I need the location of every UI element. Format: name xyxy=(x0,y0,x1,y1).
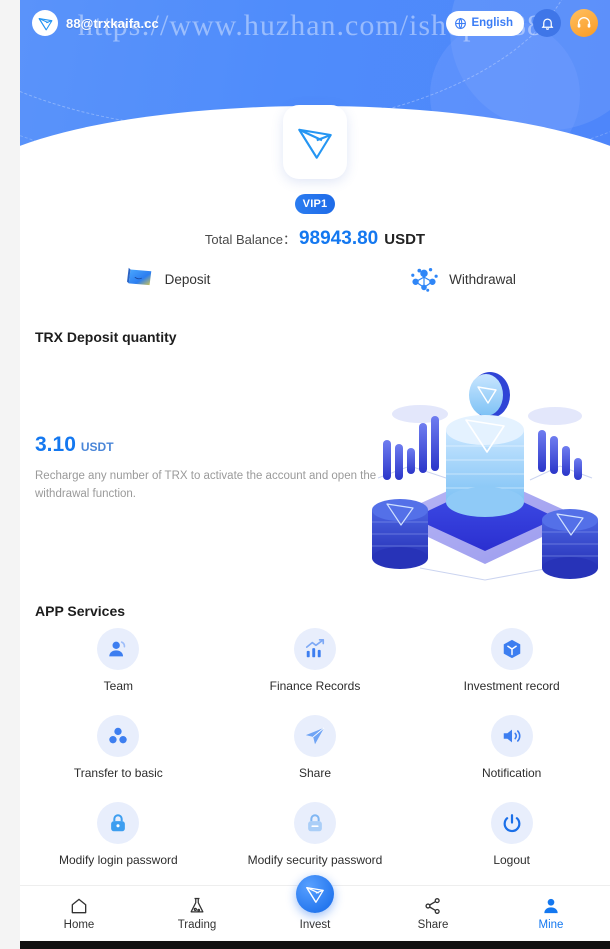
service-label: Modify login password xyxy=(58,853,178,867)
power-icon xyxy=(490,802,533,844)
tron-logo-icon xyxy=(306,886,324,903)
balance-value: 98943.80 xyxy=(298,228,379,249)
person-icon xyxy=(544,898,558,914)
app-screen: 88@trxkaifa.cc English https://www.huzha… xyxy=(0,0,610,949)
tron-logo-icon xyxy=(298,128,332,159)
service-item-transfer-to-basic[interactable]: Transfer to basic xyxy=(20,715,217,780)
share-send-icon xyxy=(293,715,336,757)
speaker-icon xyxy=(490,715,533,757)
lock-closed-icon xyxy=(97,802,140,844)
withdrawal-network-icon xyxy=(411,267,438,292)
service-item-team[interactable]: Team xyxy=(20,628,217,693)
service-label: Logout xyxy=(493,853,531,867)
invest-center-button[interactable] xyxy=(296,874,334,913)
service-label: Share xyxy=(298,766,331,780)
app-services-grid: Team Finance Records Investment record T… xyxy=(20,628,610,867)
nav-label: Invest xyxy=(299,918,331,931)
service-item-logout[interactable]: Logout xyxy=(413,802,610,867)
team-user-icon xyxy=(97,628,140,670)
transfer-nodes-icon xyxy=(97,715,140,757)
service-label: Transfer to basic xyxy=(73,766,163,780)
total-balance: Total Balance： 98943.80 USDT xyxy=(20,228,610,250)
service-label: Notification xyxy=(481,766,542,780)
bottom-navigation: Home Trading Invest Share Mine xyxy=(20,874,610,941)
user-account[interactable]: 88@trxkaifa.cc xyxy=(32,10,159,36)
header-actions: English xyxy=(446,9,598,37)
service-label: Modify security password xyxy=(247,853,383,867)
withdrawal-label: Withdrawal xyxy=(449,271,516,287)
balance-currency: USDT xyxy=(384,231,426,248)
avatar[interactable] xyxy=(283,105,347,179)
trx-section-title: TRX Deposit quantity xyxy=(35,329,177,345)
deposit-label: Deposit xyxy=(164,271,211,287)
trx-amount-unit: USDT xyxy=(80,440,114,454)
globe-icon xyxy=(455,17,467,29)
phone-viewport: 88@trxkaifa.cc English https://www.huzha… xyxy=(20,0,610,949)
service-item-finance-records[interactable]: Finance Records xyxy=(217,628,414,693)
trading-icon xyxy=(190,897,204,913)
finance-chart-icon xyxy=(293,628,336,670)
username-label: 88@trxkaifa.cc xyxy=(66,15,159,31)
language-selector[interactable]: English xyxy=(446,10,524,36)
service-item-modify-security-password[interactable]: Modify security password xyxy=(217,802,414,867)
service-item-modify-login-password[interactable]: Modify login password xyxy=(20,802,217,867)
trx-deposit-amount: 3.10 USDT xyxy=(35,433,114,457)
header-bar: 88@trxkaifa.cc English xyxy=(20,0,610,46)
service-item-notification[interactable]: Notification xyxy=(413,715,610,780)
nav-item-trading[interactable]: Trading xyxy=(138,896,256,931)
tron-logo-icon xyxy=(32,10,58,36)
nav-label: Home xyxy=(63,919,95,931)
services-section-title: APP Services xyxy=(35,603,126,619)
deposit-button[interactable]: Deposit xyxy=(20,265,315,293)
balance-label: Total Balance： xyxy=(204,232,296,247)
bell-icon xyxy=(541,18,553,30)
nav-item-invest[interactable]: Invest xyxy=(256,874,374,931)
lock-security-icon xyxy=(293,802,336,844)
withdrawal-button[interactable]: Withdrawal xyxy=(315,265,610,293)
nav-item-mine[interactable]: Mine xyxy=(492,896,610,931)
service-item-share[interactable]: Share xyxy=(217,715,414,780)
notification-bell-button[interactable] xyxy=(533,9,561,37)
service-label: Investment record xyxy=(463,679,560,693)
trx-description: Recharge any number of TRX to activate t… xyxy=(35,470,377,500)
customer-support-button[interactable] xyxy=(570,9,598,37)
nav-item-home[interactable]: Home xyxy=(20,896,138,931)
status-badge: VIP1 xyxy=(295,194,335,214)
crypto-isometric-illustration xyxy=(360,368,610,590)
share-nodes-icon xyxy=(425,898,440,915)
home-icon xyxy=(71,898,87,914)
account-actions: Deposit Withdrawal xyxy=(20,265,610,293)
service-label: Team xyxy=(103,679,133,693)
screen-bottom-strip xyxy=(20,941,610,949)
deposit-card-icon xyxy=(126,267,151,286)
cube-box-icon xyxy=(490,628,533,670)
language-label: English xyxy=(471,17,513,29)
service-item-investment-record[interactable]: Investment record xyxy=(413,628,610,693)
nav-label: Trading xyxy=(177,919,217,931)
nav-label: Share xyxy=(417,919,449,931)
trx-amount-value: 3.10 xyxy=(35,433,76,456)
service-label: Finance Records xyxy=(269,679,361,693)
nav-item-share[interactable]: Share xyxy=(374,896,492,931)
nav-label: Mine xyxy=(538,919,564,931)
headset-icon xyxy=(577,17,591,28)
